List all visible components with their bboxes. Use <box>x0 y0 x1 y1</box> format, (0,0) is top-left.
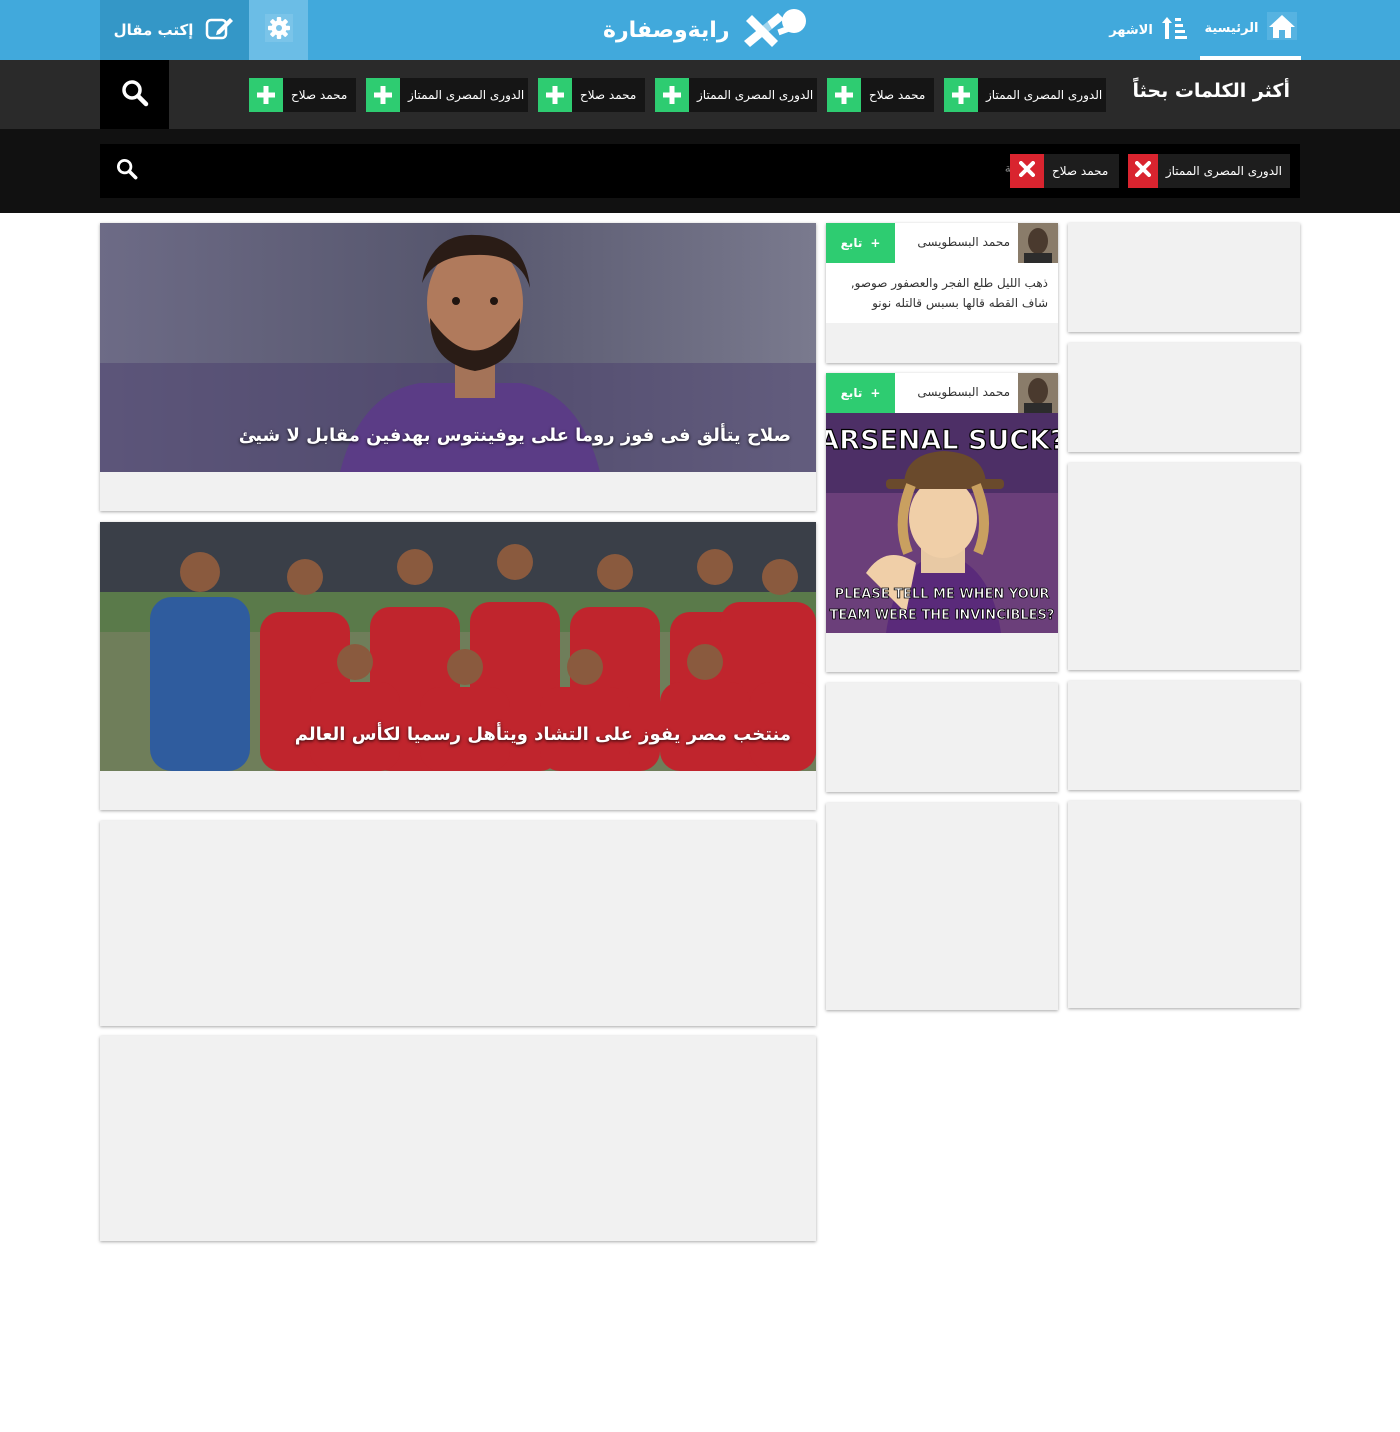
top-keywords-bar: محمد صلاح الدورى المصرى الممتاز محمد صلا… <box>0 60 1400 129</box>
keyword-chip[interactable]: محمد صلاح <box>827 78 934 112</box>
article-title[interactable]: منتخب مصر يفوز على التشاد ويتأهل رسميا ل… <box>295 724 791 745</box>
close-icon <box>1134 161 1151 181</box>
active-keyword-label: الدورى المصرى الممتاز <box>1165 164 1282 178</box>
plus-icon <box>366 78 400 112</box>
home-icon <box>1266 12 1297 44</box>
sidebar-card-placeholder <box>1068 223 1300 332</box>
nav-popular-label: الاشهر <box>1109 22 1153 38</box>
article-card-placeholder <box>100 1036 816 1241</box>
keyword-label: محمد صلاح <box>580 88 637 102</box>
site-name: رايةوصفارة <box>603 17 730 43</box>
gear-icon <box>264 13 294 47</box>
post-card-placeholder <box>826 683 1058 792</box>
top-navbar: إكتب مقال رايةوصفارة الاشهر الرئيسية <box>0 0 1400 60</box>
author-name[interactable]: محمد البسطويسى <box>917 385 1010 399</box>
close-icon <box>1019 161 1035 181</box>
post-author-header: تابع + محمد البسطويسى <box>826 373 1058 413</box>
plus-icon <box>249 78 283 112</box>
article-title[interactable]: صلاح يتألق فى فوز روما على يوفينتوس بهدف… <box>239 425 791 446</box>
keyword-label: محمد صلاح <box>869 88 926 102</box>
top-keywords-title: أكثر الكلمات بحثاً <box>1132 80 1290 102</box>
active-keyword-chip: محمد صلاح <box>1010 154 1119 188</box>
article-card[interactable]: صلاح يتألق فى فوز روما على يوفينتوس بهدف… <box>100 223 816 511</box>
keyword-label: الدورى المصرى الممتاز <box>408 88 525 102</box>
active-keyword-label: محمد صلاح <box>1052 164 1109 178</box>
remove-keyword-button[interactable] <box>1128 154 1158 188</box>
sidebar-card-placeholder <box>1068 343 1300 452</box>
post-card: تابع + محمد البسطويسى ARSENAL SUCK? PLEA… <box>826 373 1058 672</box>
search-filter-section: + أضف كلمة بحثية محمد صلاح الدورى المصرى… <box>0 129 1400 213</box>
plus-icon <box>944 78 978 112</box>
meme-bottom-text-2: TEAM WERE THE INVINCIBLES? <box>830 608 1055 623</box>
plus-icon <box>655 78 689 112</box>
post-text: ذهب الليل طلع الفجر والعصفور صوصو, شاف ا… <box>826 263 1058 323</box>
keyword-chip[interactable]: محمد صلاح <box>538 78 645 112</box>
keyword-chip[interactable]: الدورى المصرى الممتاز <box>655 78 817 112</box>
edit-icon <box>205 15 235 45</box>
flag-whistle-icon <box>738 7 808 53</box>
avatar[interactable] <box>1018 223 1058 263</box>
meme-bottom-text-1: PLEASE TELL ME WHEN YOUR <box>835 587 1050 602</box>
article-card-placeholder <box>100 821 816 1026</box>
keyword-label: محمد صلاح <box>291 88 348 102</box>
post-card: تابع + محمد البسطويسى ذهب الليل طلع الفج… <box>826 223 1058 363</box>
follow-label: تابع <box>840 236 863 250</box>
keyword-label: الدورى المصرى الممتاز <box>986 88 1103 102</box>
post-author-header: تابع + محمد البسطويسى <box>826 223 1058 263</box>
meme-top-text: ARSENAL SUCK? <box>826 425 1058 456</box>
author-name[interactable]: محمد البسطويسى <box>917 235 1010 249</box>
article-card[interactable]: منتخب مصر يفوز على التشاد ويتأهل رسميا ل… <box>100 522 816 810</box>
keyword-chip[interactable]: الدورى المصرى الممتاز <box>366 78 528 112</box>
plus-icon <box>538 78 572 112</box>
keyword-chip[interactable]: محمد صلاح <box>249 78 356 112</box>
plus-icon: + <box>870 236 881 250</box>
nav-home[interactable]: الرئيسية <box>1200 0 1301 60</box>
sort-icon <box>1161 15 1187 45</box>
meme-image[interactable]: ARSENAL SUCK? PLEASE TELL ME WHEN YOUR T… <box>826 413 1058 633</box>
search-filter-bar: + أضف كلمة بحثية محمد صلاح الدورى المصرى… <box>100 144 1300 198</box>
site-logo[interactable]: رايةوصفارة <box>603 6 806 54</box>
keywords-search-button[interactable] <box>100 60 169 129</box>
follow-button[interactable]: تابع + <box>826 373 895 413</box>
keyword-label: الدورى المصرى الممتاز <box>697 88 814 102</box>
nav-popular[interactable]: الاشهر <box>1106 0 1190 60</box>
filter-search-button[interactable] <box>112 156 142 186</box>
nav-home-label: الرئيسية <box>1204 20 1259 36</box>
active-keyword-chip: الدورى المصرى الممتاز <box>1128 154 1290 188</box>
article-image: صلاح يتألق فى فوز روما على يوفينتوس بهدف… <box>100 223 816 472</box>
write-article-label: إكتب مقال <box>113 21 194 39</box>
sidebar-card-placeholder <box>1068 801 1300 1008</box>
post-card-placeholder <box>826 803 1058 1010</box>
settings-button[interactable] <box>249 0 308 60</box>
plus-icon <box>827 78 861 112</box>
follow-label: تابع <box>840 386 863 400</box>
sidebar-card-placeholder <box>1068 681 1300 790</box>
write-article-button[interactable]: إكتب مقال <box>100 0 249 60</box>
avatar[interactable] <box>1018 373 1058 413</box>
sidebar-card-placeholder <box>1068 463 1300 670</box>
article-image: منتخب مصر يفوز على التشاد ويتأهل رسميا ل… <box>100 522 816 771</box>
follow-button[interactable]: تابع + <box>826 223 895 263</box>
search-icon <box>116 158 138 184</box>
search-icon <box>121 79 149 111</box>
plus-icon: + <box>870 386 881 400</box>
remove-keyword-button[interactable] <box>1010 154 1044 188</box>
keyword-chip[interactable]: الدورى المصرى الممتاز <box>944 78 1106 112</box>
